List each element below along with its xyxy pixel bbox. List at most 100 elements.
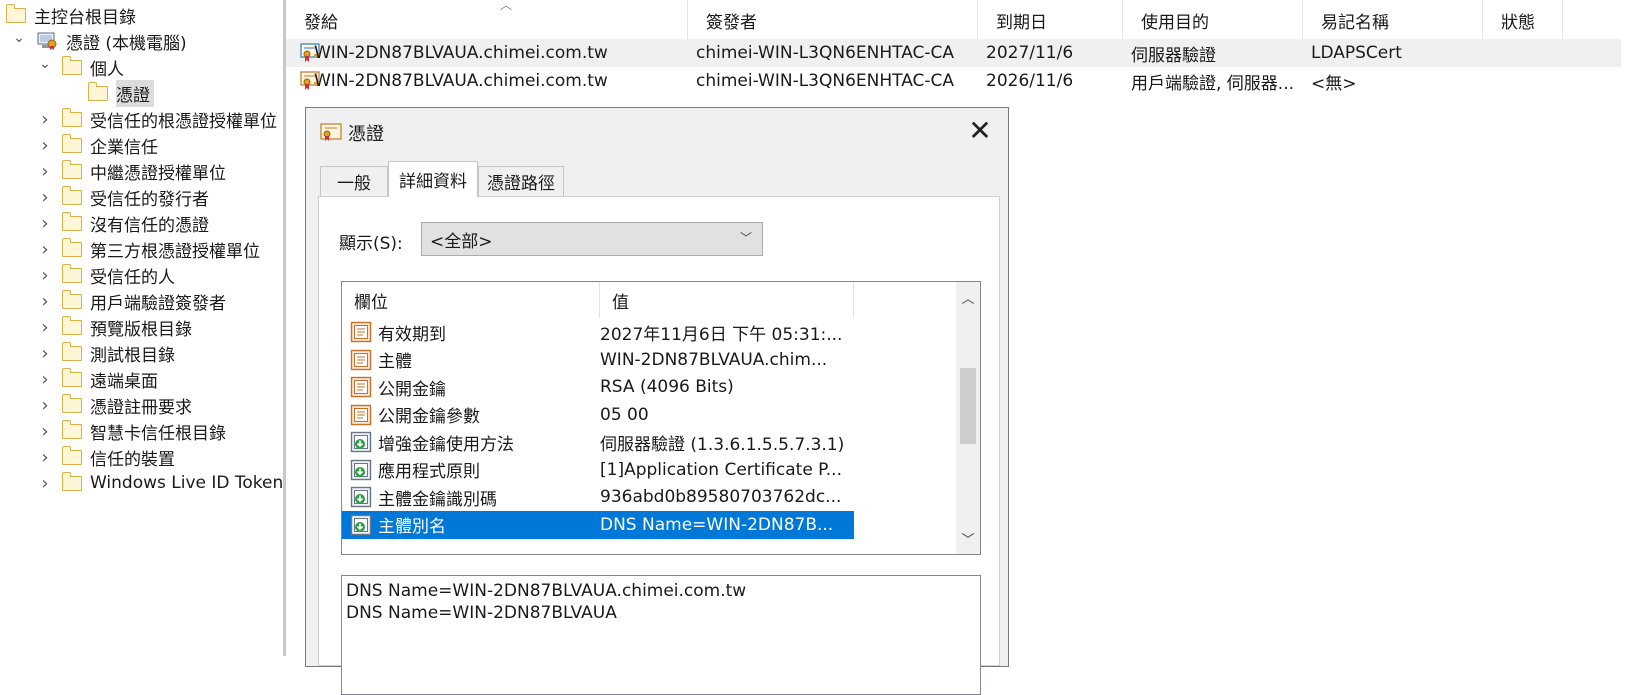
table-cell: 用戶端驗證, 伺服器... — [1131, 73, 1295, 94]
chevron-right-icon[interactable]: › — [36, 109, 54, 130]
tree-item[interactable]: › 沒有信任的憑證 — [36, 210, 209, 236]
tree-item-label: 憑證 — [116, 79, 154, 107]
field-name: 主體 — [378, 352, 412, 372]
cert-property-icon — [350, 349, 372, 370]
field-name: 應用程式原則 — [378, 462, 480, 482]
tree-item[interactable]: › 測試根目錄 — [36, 340, 175, 366]
tree-item-label: 受信任的發行者 — [90, 189, 209, 210]
column-header-value[interactable]: 值 — [600, 282, 854, 318]
chevron-right-icon[interactable]: › — [36, 239, 54, 260]
chevron-right-icon[interactable]: › — [36, 369, 54, 390]
tree-item[interactable]: › 智慧卡信任根目錄 — [36, 418, 226, 444]
tree-item[interactable]: ⌄ 個人 — [36, 54, 124, 80]
folder-icon — [62, 393, 82, 413]
chevron-down-icon: ﹀ — [739, 231, 752, 245]
tree-item[interactable]: › 受信任的人 — [36, 262, 175, 288]
chevron-down-icon[interactable]: ⌄ — [36, 56, 54, 72]
tree-item[interactable]: › 受信任的根憑證授權單位 — [36, 106, 277, 132]
table-cell: 伺服器驗證 — [1131, 45, 1216, 66]
field-row[interactable]: 有效期到 2027年11月6日 下午 05:31:... — [342, 318, 854, 346]
table-cell: chimei-WIN-L3QN6ENHTAC-CA — [696, 71, 955, 91]
column-header-issued-to[interactable]: 發給 ︿ — [286, 0, 688, 40]
chevron-right-icon[interactable]: › — [36, 135, 54, 156]
chevron-right-icon[interactable]: › — [36, 473, 54, 494]
field-row[interactable]: 主體金鑰識別碼 936abd0b89580703762dc... — [342, 483, 854, 511]
field-row[interactable]: 增強金鑰使用方法 伺服器驗證 (1.3.6.1.5.5.7.3.1) — [342, 428, 854, 456]
chevron-right-icon[interactable]: › — [36, 317, 54, 338]
chevron-right-icon[interactable]: › — [36, 395, 54, 416]
folder-icon — [62, 419, 82, 439]
field-value: 936abd0b89580703762dc... — [600, 487, 842, 507]
chevron-right-icon[interactable]: › — [36, 265, 54, 286]
folder-icon — [88, 81, 108, 101]
tree-item[interactable]: › 第三方根憑證授權單位 — [36, 236, 260, 262]
scroll-down-icon[interactable]: ﹀ — [956, 529, 980, 548]
cert-property-icon — [350, 404, 372, 425]
field-list: 欄位 值 有效期到 2027年11月6日 下午 05:31:... 主體 WIN-2D… — [341, 281, 981, 555]
tree-item[interactable]: 憑證 — [62, 79, 154, 107]
scroll-up-icon[interactable]: ︿ — [956, 288, 980, 307]
tree-item[interactable]: › Windows Live ID Token — [36, 470, 283, 496]
tree-item[interactable]: › 信任的裝置 — [36, 444, 175, 470]
scrollbar-thumb[interactable] — [960, 368, 976, 444]
certificate-computer-icon — [37, 32, 57, 50]
tree-item[interactable]: 主控台根目錄 — [6, 2, 136, 28]
cert-extension-icon — [350, 459, 372, 480]
field-value: 05 00 — [600, 404, 649, 425]
table-row[interactable]: WIN-2DN87BLVAUA.chimei.com.tw chimei-WIN-… — [286, 67, 1621, 95]
tree-item[interactable]: › 預覽版根目錄 — [36, 314, 192, 340]
tree-item[interactable]: › 憑證註冊要求 — [36, 392, 192, 418]
tree-item[interactable]: › 受信任的發行者 — [36, 184, 209, 210]
tree-item[interactable]: › 遠端桌面 — [36, 366, 158, 392]
tree-item[interactable]: › 用戶端驗證簽發者 — [36, 288, 226, 314]
field-value: RSA (4096 Bits) — [600, 377, 734, 397]
console-tree: 主控台根目錄 ⌄ 憑證 (本機電腦) ⌄ 個人 憑證 › 受信任的根憑證授權單位 › 企業信任 › 中… — [0, 0, 283, 656]
tree-item[interactable]: › 中繼憑證授權單位 — [36, 158, 226, 184]
tab-general[interactable]: 一般 — [320, 166, 388, 196]
field-detail-text[interactable]: DNS Name=WIN-2DN87BLVAUA.chimei.com.tw D… — [341, 575, 981, 695]
folder-icon — [62, 107, 82, 127]
tree-item-label: 憑證註冊要求 — [90, 397, 192, 418]
field-row[interactable]: 應用程式原則 [1]Application Certificate P... — [342, 456, 854, 484]
field-name: 公開金鑰 — [378, 379, 446, 400]
close-button[interactable]: ✕ — [964, 116, 996, 148]
table-cell: 2027/11/6 — [986, 43, 1074, 63]
tree-item-label: 第三方根憑證授權單位 — [90, 241, 260, 262]
field-name: 主體別名 — [378, 517, 446, 537]
chevron-right-icon[interactable]: › — [36, 421, 54, 442]
column-header-expiration[interactable]: 到期日 — [978, 0, 1123, 40]
field-row[interactable]: 公開金鑰 RSA (4096 Bits) — [342, 373, 854, 401]
column-header-friendly-name[interactable]: 易記名稱 — [1303, 0, 1483, 40]
chevron-right-icon[interactable]: › — [36, 161, 54, 182]
tree-item-label: 智慧卡信任根目錄 — [90, 423, 226, 444]
tree-item-label: 憑證 (本機電腦) — [66, 33, 187, 54]
table-cell: <無> — [1311, 73, 1357, 94]
tab-details[interactable]: 詳細資料 — [388, 161, 478, 197]
field-row[interactable]: 主體 WIN-2DN87BLVAUA.chim... — [342, 346, 854, 374]
folder-icon — [62, 185, 82, 205]
column-header-issuer[interactable]: 簽發者 — [688, 0, 978, 40]
chevron-right-icon[interactable]: › — [36, 343, 54, 364]
tree-item[interactable]: › 企業信任 — [36, 132, 158, 158]
tree-item[interactable]: ⌄ 憑證 (本機電腦) — [10, 28, 187, 54]
column-header-status[interactable]: 狀態 — [1483, 0, 1563, 40]
column-header-purposes[interactable]: 使用目的 — [1123, 0, 1303, 40]
chevron-right-icon[interactable]: › — [36, 187, 54, 208]
chevron-down-icon[interactable]: ⌄ — [10, 30, 28, 46]
column-header-label: 值 — [612, 292, 629, 313]
column-header-field[interactable]: 欄位 — [342, 282, 600, 318]
column-header-label: 簽發者 — [706, 12, 757, 33]
tree-item-label: 主控台根目錄 — [34, 7, 136, 28]
chevron-right-icon[interactable]: › — [36, 291, 54, 312]
chevron-right-icon[interactable]: › — [36, 213, 54, 234]
chevron-right-icon[interactable]: › — [36, 447, 54, 468]
tab-certification-path[interactable]: 憑證路徑 — [478, 166, 564, 196]
show-dropdown[interactable]: <全部> ﹀ — [421, 222, 763, 256]
field-row[interactable]: 公開金鑰參數 05 00 — [342, 401, 854, 429]
table-row[interactable]: WIN-2DN87BLVAUA.chimei.com.tw chimei-WIN-… — [286, 39, 1621, 67]
dialog-title: 憑證 — [348, 124, 384, 145]
tree-item-label: 用戶端驗證簽發者 — [90, 293, 226, 314]
vertical-scrollbar[interactable]: ︿ ﹀ — [956, 282, 980, 554]
tree-item-label: 沒有信任的憑證 — [90, 215, 209, 236]
field-row[interactable]: 主體別名 DNS Name=WIN-2DN87B... — [342, 510, 854, 539]
